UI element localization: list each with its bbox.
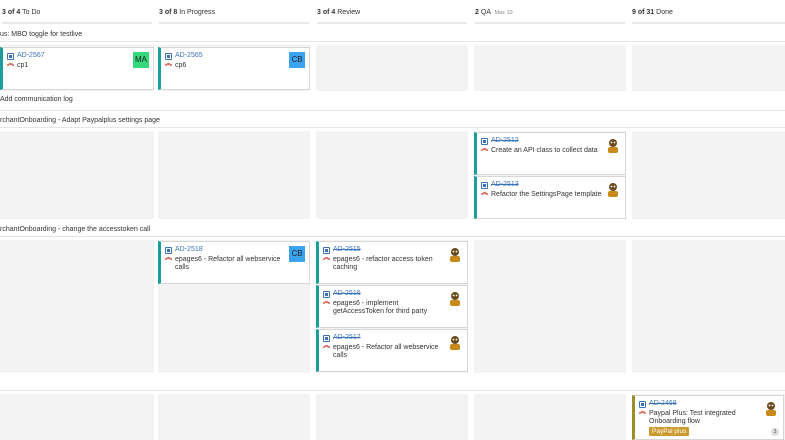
issue-card[interactable]: AD-2517 ︽ epages6 - Refactor all webserv… bbox=[316, 329, 468, 372]
lane-cell bbox=[0, 131, 154, 219]
story-icon bbox=[323, 247, 330, 254]
swimlane-header[interactable]: rchantOnboarding - Adapt Paypalplus sett… bbox=[0, 117, 160, 124]
priority-high-icon: ︽ bbox=[481, 145, 488, 152]
lane-cell bbox=[316, 45, 468, 91]
avatar[interactable]: MA bbox=[133, 52, 149, 68]
story-icon bbox=[323, 335, 330, 342]
avatar[interactable]: CB bbox=[289, 246, 305, 262]
issue-summary: Refactor the SettingsPage template bbox=[491, 191, 602, 198]
avatar[interactable]: CB bbox=[289, 52, 305, 68]
issue-key[interactable]: AD-2513 bbox=[491, 181, 519, 188]
column-name: Review bbox=[337, 9, 361, 16]
column-count: 2 bbox=[475, 9, 479, 16]
story-icon bbox=[7, 53, 14, 60]
issue-key[interactable]: AD-2517 bbox=[333, 334, 361, 341]
column-header-review[interactable]: 3 of 4 Review bbox=[317, 0, 467, 24]
priority-high-icon: ︽ bbox=[165, 60, 172, 67]
story-icon bbox=[323, 291, 330, 298]
lane-cell bbox=[474, 45, 626, 91]
column-headers: 3 of 4 To Do 3 of 8 In Progress 3 of 4 R… bbox=[0, 0, 785, 24]
column-header-in-progress[interactable]: 3 of 8 In Progress bbox=[159, 0, 309, 24]
issue-card[interactable]: AD-2567 ︽ cp1 MA bbox=[0, 47, 154, 90]
issue-card[interactable]: AD-2518 ︽ epages6 - Refactor all webserv… bbox=[158, 241, 310, 284]
lane-cell bbox=[158, 131, 310, 219]
issue-card[interactable]: AD-2513 ︽ Refactor the SettingsPage temp… bbox=[474, 176, 626, 219]
issue-summary: Paypal Plus: Test integrated Onboarding … bbox=[649, 410, 736, 425]
column-count: 3 of 8 bbox=[159, 9, 178, 16]
column-count: 9 of 31 bbox=[632, 9, 655, 16]
issue-summary: epages6 - implement getAccessToken for t… bbox=[333, 300, 428, 315]
lane-cell bbox=[0, 394, 154, 440]
story-icon bbox=[481, 182, 488, 189]
avatar[interactable] bbox=[605, 137, 621, 153]
issue-key[interactable]: AD-2518 bbox=[175, 246, 203, 253]
column-count: 3 of 4 bbox=[2, 9, 21, 16]
issue-card[interactable]: AD-2565 ︽ cp6 CB bbox=[158, 47, 310, 90]
comment-count: 3 bbox=[771, 428, 779, 436]
issue-card[interactable]: AD-2512 ︽ Create an API class to collect… bbox=[474, 132, 626, 175]
column-name: QA bbox=[480, 9, 491, 16]
swimlane-divider bbox=[0, 41, 785, 42]
lane-cell bbox=[158, 394, 310, 440]
column-name: To Do bbox=[22, 9, 41, 16]
avatar[interactable] bbox=[447, 290, 463, 306]
column-max: Max 10 bbox=[494, 10, 513, 16]
issue-card[interactable]: AD-2516 ︽ epages6 - implement getAccessT… bbox=[316, 285, 468, 328]
issue-key[interactable]: AD-2567 bbox=[17, 52, 45, 59]
issue-card[interactable]: AD-2515 ︽ epages6 - refactor access toke… bbox=[316, 241, 468, 284]
issue-card[interactable]: AD-2468 ︽ Paypal Plus: Test integrated O… bbox=[632, 395, 784, 440]
priority-high-icon: ︽ bbox=[323, 298, 330, 305]
story-icon bbox=[481, 138, 488, 145]
priority-high-icon: ︽ bbox=[323, 342, 330, 349]
swimlane-divider bbox=[0, 390, 785, 391]
issue-key[interactable]: AD-2468 bbox=[649, 400, 677, 407]
lane-cell bbox=[632, 45, 785, 91]
column-count: 3 of 4 bbox=[317, 9, 336, 16]
priority-high-icon: ︽ bbox=[481, 189, 488, 196]
priority-high-icon: ︽ bbox=[639, 408, 646, 415]
story-icon bbox=[165, 53, 172, 60]
lane-cell bbox=[474, 240, 626, 373]
avatar[interactable] bbox=[447, 246, 463, 262]
column-header-todo[interactable]: 3 of 4 To Do bbox=[2, 0, 152, 24]
avatar[interactable] bbox=[763, 400, 779, 416]
swimlane-divider bbox=[0, 127, 785, 128]
lane-cell bbox=[474, 394, 626, 440]
avatar[interactable] bbox=[447, 334, 463, 350]
swimlane-divider bbox=[0, 236, 785, 237]
priority-high-icon: ︽ bbox=[323, 254, 330, 261]
lane-cell bbox=[632, 131, 785, 219]
story-icon bbox=[639, 401, 646, 408]
column-name: Done bbox=[656, 9, 673, 16]
swimlane-header[interactable]: us: MBO toggle for testlive bbox=[0, 31, 82, 38]
lane-cell bbox=[316, 394, 468, 440]
epic-badge[interactable]: PayPal plus bbox=[649, 427, 690, 436]
issue-key[interactable]: AD-2512 bbox=[491, 137, 519, 144]
issue-summary: cp6 bbox=[175, 62, 187, 69]
issue-summary: cp1 bbox=[17, 62, 29, 69]
lane-cell bbox=[316, 131, 468, 219]
lane-cell bbox=[632, 240, 785, 373]
column-header-done[interactable]: 9 of 31 Done bbox=[632, 0, 785, 24]
swimlane-header[interactable]: rchantOnboarding - change the accesstoke… bbox=[0, 226, 150, 233]
column-name: In Progress bbox=[179, 9, 216, 16]
issue-summary: Create an API class to collect data bbox=[491, 147, 598, 154]
issue-summary: epages6 - refactor access token caching bbox=[333, 256, 433, 271]
issue-key[interactable]: AD-2515 bbox=[333, 246, 361, 253]
story-icon bbox=[165, 247, 172, 254]
column-header-qa[interactable]: 2 QA Max 10 bbox=[475, 0, 625, 24]
issue-summary: epages6 - Refactor all webservice calls bbox=[175, 256, 281, 271]
lane-cell bbox=[0, 240, 154, 373]
swimlane-divider bbox=[0, 110, 785, 111]
avatar[interactable] bbox=[605, 181, 621, 197]
issue-summary: epages6 - Refactor all webservice calls bbox=[333, 344, 439, 359]
swimlane-header[interactable]: Add communication log bbox=[0, 96, 73, 103]
issue-key[interactable]: AD-2516 bbox=[333, 290, 361, 297]
issue-key[interactable]: AD-2565 bbox=[175, 52, 203, 59]
priority-high-icon: ︽ bbox=[165, 254, 172, 261]
priority-high-icon: ︽ bbox=[7, 60, 14, 67]
